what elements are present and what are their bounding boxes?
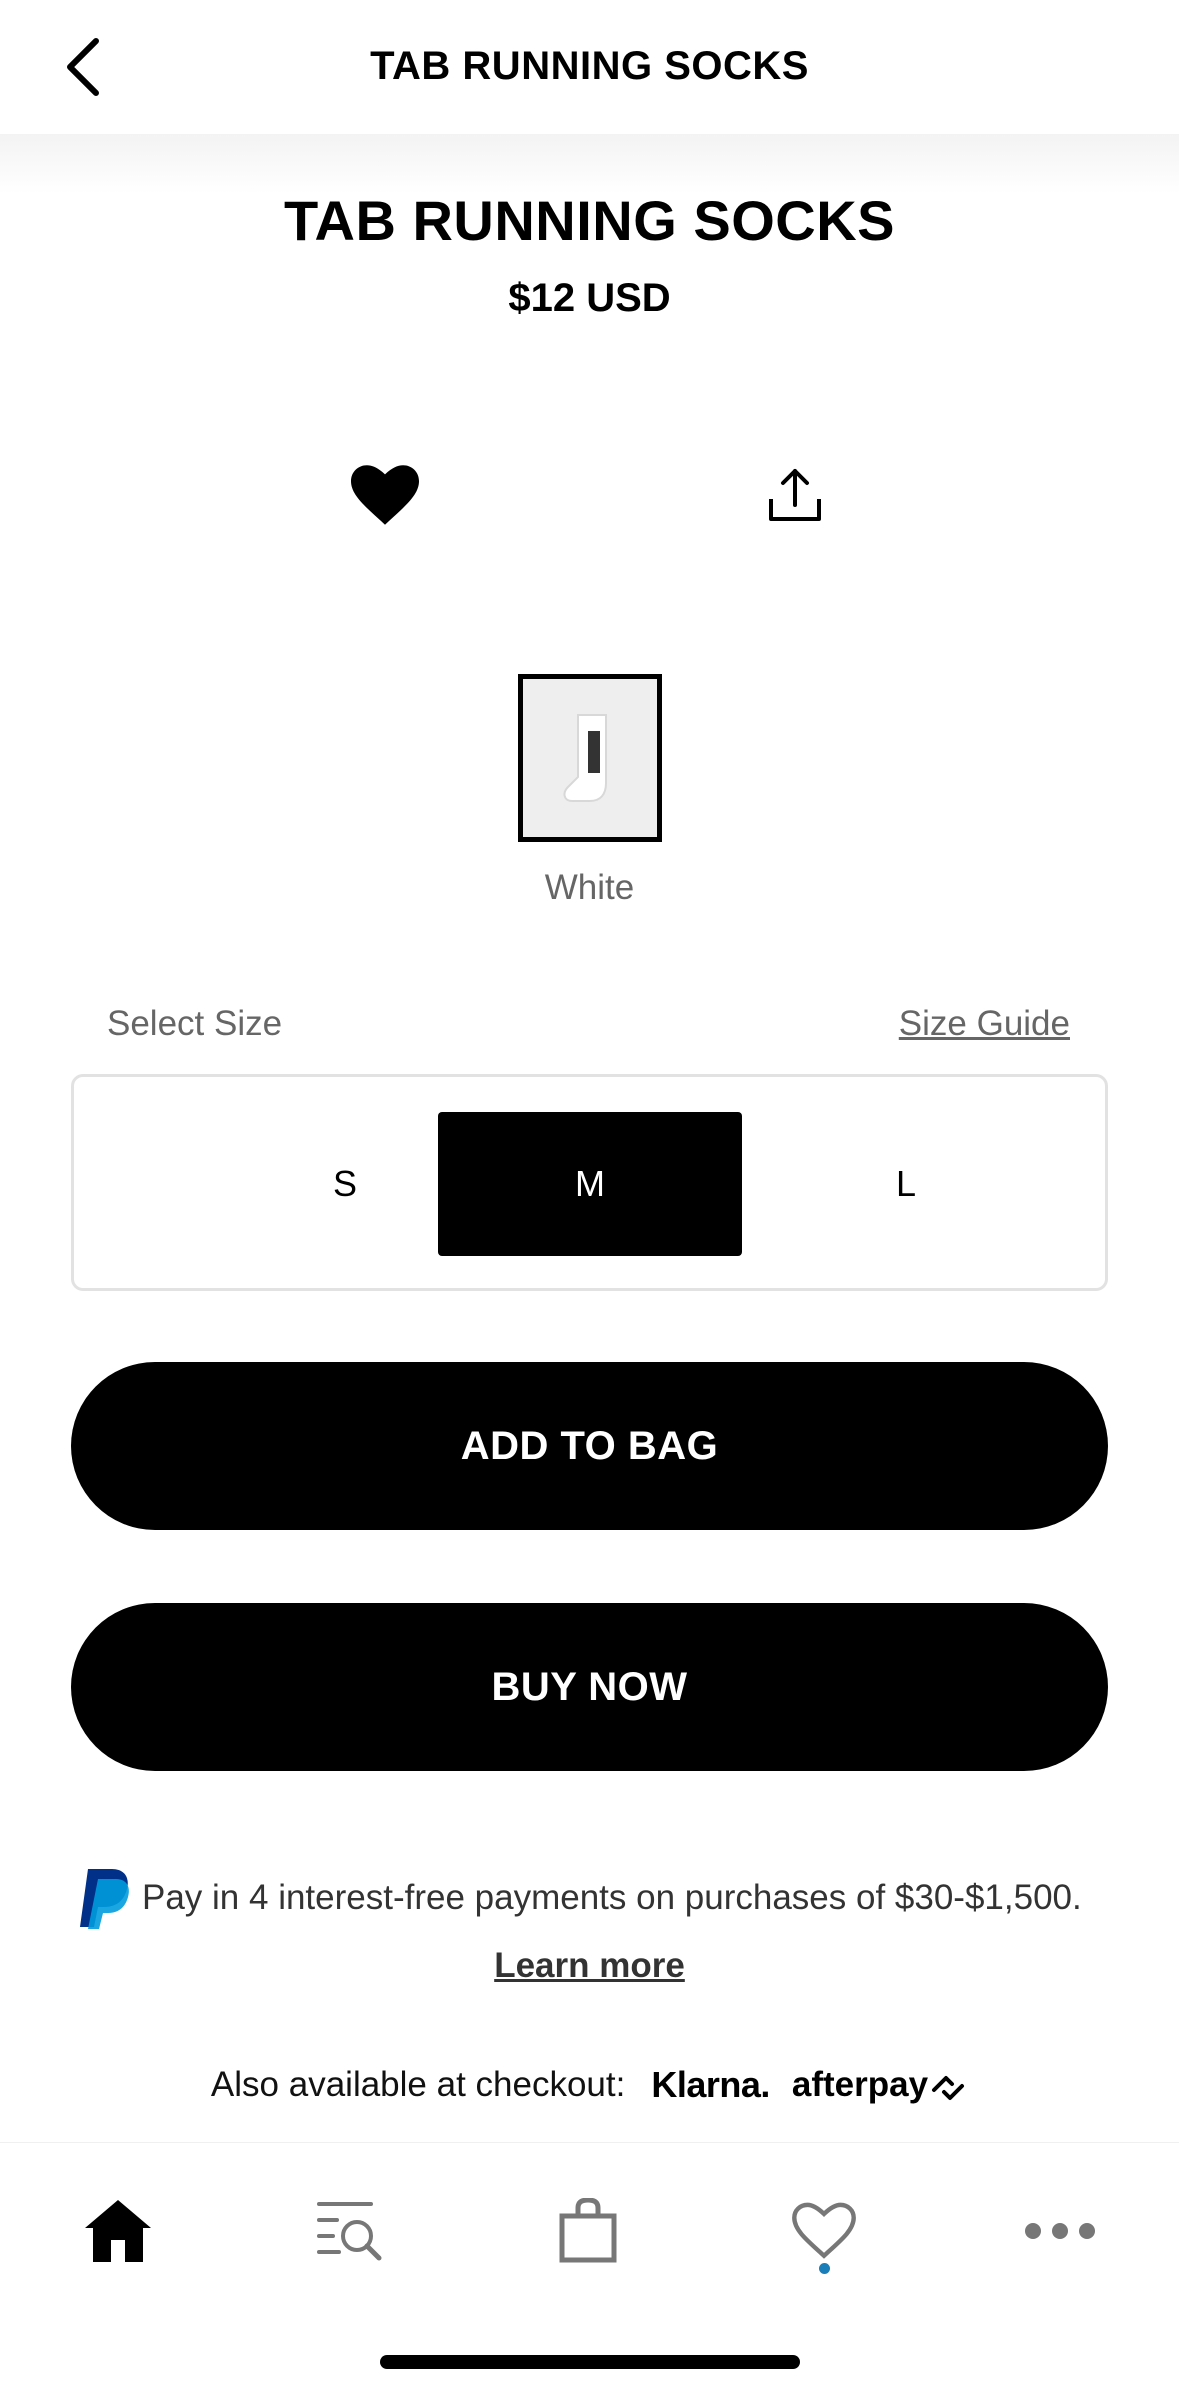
checkout-options: Also available at checkout: Klarna. afte… <box>0 2064 1179 2106</box>
klarna-logo: Klarna. <box>651 2064 770 2105</box>
top-bar: TAB RUNNING SOCKS <box>0 0 1179 134</box>
buy-now-button[interactable]: BUY NOW <box>71 1603 1108 1771</box>
size-selector: S M L <box>71 1074 1108 1291</box>
select-size-label: Select Size <box>107 1004 283 1043</box>
product-title: TAB RUNNING SOCKS <box>283 189 896 252</box>
heart-outline-icon <box>792 2202 856 2259</box>
more-dots-icon <box>1025 2223 1095 2239</box>
sock-thumbnail-icon <box>563 714 607 802</box>
paypal-logo-icon <box>80 1869 129 1929</box>
paypal-text: Pay in 4 interest-free payments on purch… <box>142 1878 1082 1917</box>
tab-more[interactable] <box>1010 2181 1110 2281</box>
header-title: TAB RUNNING SOCKS <box>370 44 809 88</box>
color-swatch-white[interactable] <box>518 674 662 842</box>
add-to-bag-button[interactable]: ADD TO BAG <box>71 1362 1108 1530</box>
size-guide-link[interactable]: Size Guide <box>899 1004 1070 1044</box>
share-button[interactable] <box>755 455 835 535</box>
bag-icon <box>559 2198 617 2263</box>
product-price: $12 USD <box>508 276 671 320</box>
share-icon <box>769 469 821 521</box>
home-icon <box>85 2200 151 2262</box>
tab-bag[interactable] <box>538 2181 638 2281</box>
size-option-m[interactable]: M <box>438 1112 742 1256</box>
size-option-l[interactable]: L <box>754 1112 1058 1256</box>
also-available-text: Also available at checkout: <box>210 2065 626 2104</box>
heart-filled-icon <box>351 465 419 525</box>
afterpay-logo: afterpay <box>791 2065 929 2104</box>
tab-home[interactable] <box>68 2181 168 2281</box>
header-shadow <box>0 134 1179 194</box>
afterpay-mark-icon <box>932 2076 965 2100</box>
paypal-pay-later: Pay in 4 interest-free payments on purch… <box>78 1866 1118 1930</box>
home-indicator <box>380 2355 800 2369</box>
favorite-button[interactable] <box>345 455 425 535</box>
learn-more-link[interactable]: Learn more <box>0 1946 1179 1986</box>
search-list-icon <box>317 2202 382 2261</box>
active-indicator-dot <box>819 2263 830 2274</box>
color-label: White <box>544 868 635 907</box>
tab-search[interactable] <box>300 2181 400 2281</box>
